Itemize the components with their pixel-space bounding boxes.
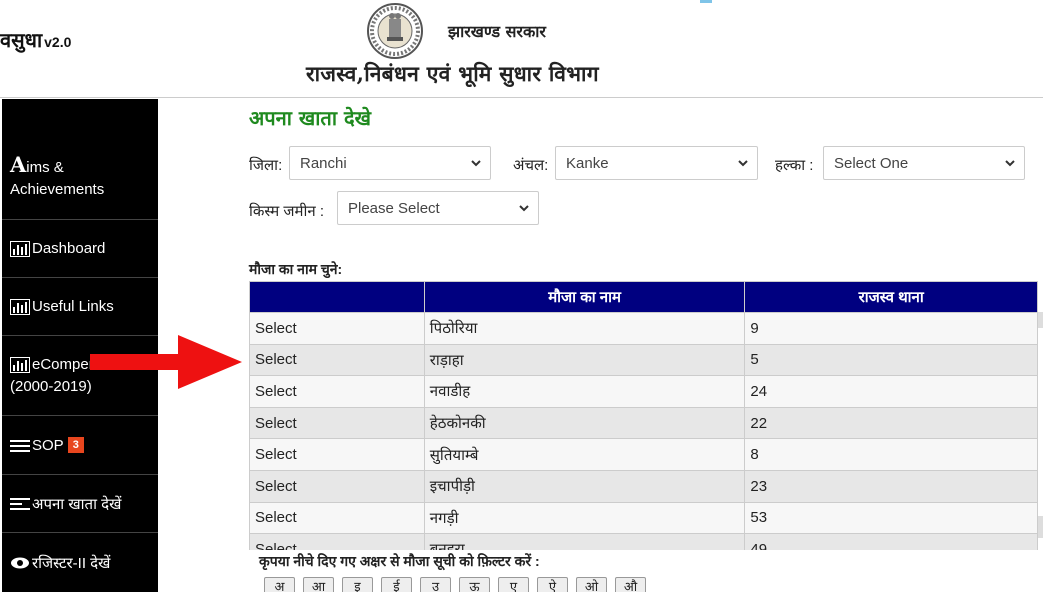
mauza-table: मौजा का नाम राजस्व थाना Select पिठोरिया … xyxy=(249,281,1038,550)
column-header-revenue-thana: राजस्व थाना xyxy=(744,281,1038,313)
list-icon xyxy=(10,495,30,512)
table-row: Select नवाडीह 24 xyxy=(249,375,1038,408)
table-row: Select सुतियाम्बे 8 xyxy=(249,438,1038,471)
brand-name: वसुधा xyxy=(0,28,43,52)
site-header: वसुधा v2.0 झारखण्ड सरकार राजस्व,निबंधन एव… xyxy=(0,0,1043,98)
letter-button[interactable]: इ xyxy=(342,577,373,592)
table-row: Select नगड़ी 53 xyxy=(249,501,1038,535)
column-header-select xyxy=(249,281,425,313)
scrollbar-thumb-top[interactable] xyxy=(1038,312,1043,328)
mauza-name-cell: इचापीड़ी xyxy=(423,469,746,503)
table-row: Select हेठकोनकी 22 xyxy=(249,406,1038,440)
halka-select[interactable]: Select One xyxy=(823,146,1025,180)
government-name: झारखण्ड सरकार xyxy=(448,22,546,41)
letter-button[interactable]: आ xyxy=(303,577,334,592)
thana-cell: 53 xyxy=(744,501,1038,535)
top-accent-bar xyxy=(700,0,712,3)
sidebar-item-aims[interactable]: Aims & Achievements xyxy=(2,99,158,220)
brand-version: v2.0 xyxy=(44,34,72,50)
jharkhand-emblem-icon xyxy=(367,3,423,59)
select-link[interactable]: Select xyxy=(249,501,425,535)
district-select[interactable]: Ranchi xyxy=(289,146,491,180)
sidebar-item-label: अपना खाता देखें xyxy=(32,495,122,513)
letter-button[interactable]: उ xyxy=(420,577,451,592)
select-link[interactable]: Select xyxy=(249,343,425,377)
sidebar-item-register-2[interactable]: रजिस्टर-II देखें xyxy=(2,533,158,592)
letter-button[interactable]: औ xyxy=(615,577,646,592)
chevron-down-icon xyxy=(519,205,529,212)
district-selected-value: Ranchi xyxy=(300,154,347,172)
sop-count-badge: 3 xyxy=(67,437,84,453)
thana-cell: 8 xyxy=(744,438,1038,471)
mauza-name-cell: नवाडीह xyxy=(423,375,746,408)
bar-chart-icon xyxy=(10,298,30,316)
letter-filter-instruction: कृपया नीचे दिए गए अक्षर से मौजा सूची को … xyxy=(257,552,542,571)
brand-logo[interactable]: वसुधा v2.0 xyxy=(0,26,71,53)
letter-filter-buttons: अ आ इ ई उ ऊ ए ऐ ओ औ xyxy=(264,577,646,592)
land-type-label: किस्म जमीन : xyxy=(249,203,325,220)
thana-cell: 9 xyxy=(744,312,1038,345)
select-link[interactable]: Select xyxy=(249,533,425,550)
mauza-name-cell: सुतियाम्बे xyxy=(423,438,746,471)
letter-button[interactable]: ओ xyxy=(576,577,607,592)
eye-icon xyxy=(10,554,30,571)
mauza-name-cell: राड़ाहा xyxy=(423,343,746,377)
column-header-mauza-name: मौजा का नाम xyxy=(423,281,746,313)
thana-cell: 22 xyxy=(744,406,1038,440)
chevron-down-icon xyxy=(1005,160,1015,167)
sidebar-item-label: रजिस्टर-II देखें xyxy=(32,554,111,572)
mauza-select-label: मौजा का नाम चुने: xyxy=(249,261,343,277)
select-link[interactable]: Select xyxy=(249,438,425,471)
mauza-table-container[interactable]: मौजा का नाम राजस्व थाना Select पिठोरिया … xyxy=(249,281,1038,550)
halka-selected-value: Select One xyxy=(834,154,909,172)
select-link[interactable]: Select xyxy=(249,312,425,345)
thana-cell: 23 xyxy=(744,469,1038,503)
select-link[interactable]: Select xyxy=(249,406,425,440)
mauza-name-cell: पिठोरिया xyxy=(423,312,746,345)
thana-cell: 49 xyxy=(744,533,1038,550)
letter-a-icon: A xyxy=(10,152,27,177)
circle-label: अंचल: xyxy=(513,157,549,174)
sidebar-item-useful-links[interactable]: Useful Links xyxy=(2,278,158,336)
mauza-name-cell: बनहुरा xyxy=(423,533,746,550)
table-row: Select इचापीड़ी 23 xyxy=(249,469,1038,503)
sidebar-item-label: Dashboard xyxy=(32,240,106,257)
department-name: राजस्व,निबंधन एवं भूमि सुधार विभाग xyxy=(306,61,599,86)
chevron-down-icon xyxy=(738,160,748,167)
list-icon xyxy=(10,437,30,454)
letter-button[interactable]: अ xyxy=(264,577,295,592)
sidebar-item-label: Aims & Achievements xyxy=(10,152,105,199)
letter-button[interactable]: ऊ xyxy=(459,577,490,592)
letter-button[interactable]: ऐ xyxy=(537,577,568,592)
page-title: अपना खाता देखे xyxy=(249,106,371,130)
table-row: Select पिठोरिया 9 xyxy=(249,312,1038,345)
district-label: जिला: xyxy=(249,157,283,174)
land-type-selected-value: Please Select xyxy=(348,199,440,217)
circle-selected-value: Kanke xyxy=(566,154,609,172)
table-row: Select राड़ाहा 5 xyxy=(249,343,1038,377)
bar-chart-icon xyxy=(10,354,30,376)
sidebar-item-label: SOP xyxy=(32,436,64,454)
mauza-name-cell: हेठकोनकी xyxy=(423,406,746,440)
circle-select[interactable]: Kanke xyxy=(555,146,758,180)
letter-button[interactable]: ए xyxy=(498,577,529,592)
halka-label: हल्का : xyxy=(775,157,814,174)
select-link[interactable]: Select xyxy=(249,469,425,503)
scrollbar-thumb-bottom[interactable] xyxy=(1038,516,1043,538)
table-row: Select बनहुरा 49 xyxy=(249,533,1038,550)
sidebar-item-label: Useful Links xyxy=(32,298,114,315)
land-type-select[interactable]: Please Select xyxy=(337,191,539,225)
sidebar-item-sop[interactable]: SOP 3 xyxy=(2,416,158,475)
bar-chart-icon xyxy=(10,240,30,258)
mauza-name-cell: नगड़ी xyxy=(423,501,746,535)
thana-cell: 24 xyxy=(744,375,1038,408)
annotation-arrow-icon xyxy=(90,335,242,389)
letter-button[interactable]: ई xyxy=(381,577,412,592)
table-header-row: मौजा का नाम राजस्व थाना xyxy=(249,281,1038,313)
sidebar-item-apna-khata[interactable]: अपना खाता देखें xyxy=(2,475,158,533)
chevron-down-icon xyxy=(471,160,481,167)
sidebar-item-dashboard[interactable]: Dashboard xyxy=(2,220,158,278)
select-link[interactable]: Select xyxy=(249,375,425,408)
thana-cell: 5 xyxy=(744,343,1038,377)
